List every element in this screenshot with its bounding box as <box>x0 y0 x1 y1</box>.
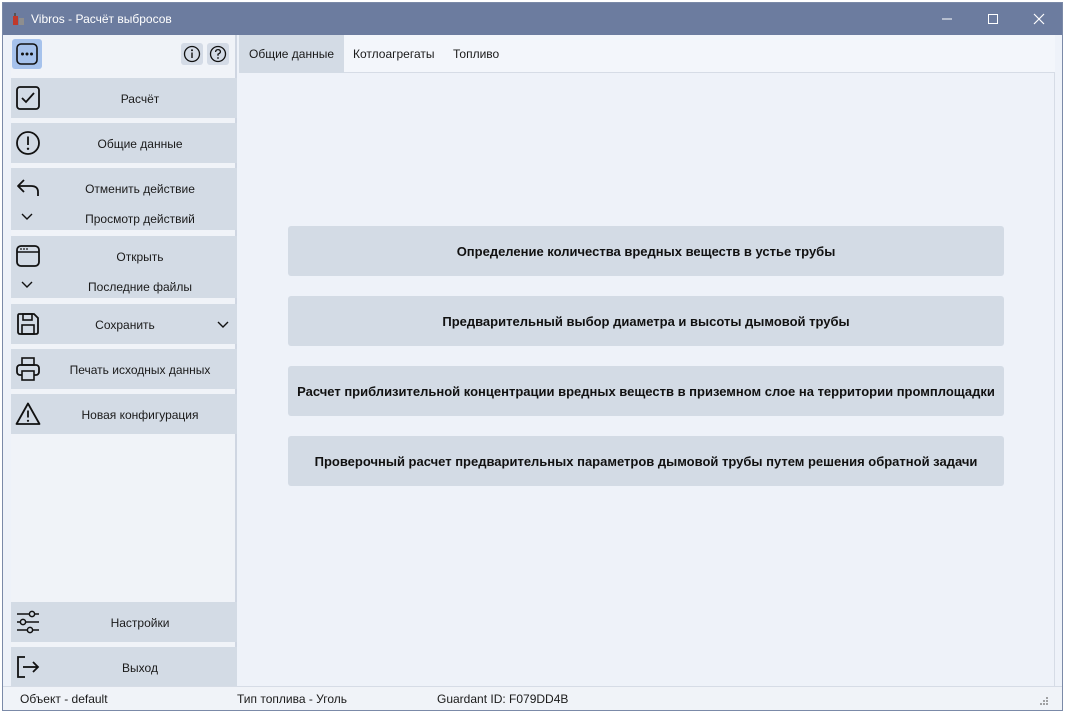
close-button[interactable] <box>1016 3 1062 35</box>
help-button[interactable] <box>207 43 229 65</box>
status-object: Объект - default <box>20 692 108 706</box>
sidebar-item-general-label: Общие данные <box>97 137 183 151</box>
sidebar-item-save-label: Сохранить <box>95 318 155 332</box>
chevron-down-icon[interactable] <box>20 277 34 291</box>
maximize-icon <box>988 14 998 24</box>
sidebar-item-undo-history[interactable]: Просмотр действий <box>43 212 237 226</box>
sidebar-header <box>11 35 237 73</box>
app-window: Vibros - Расчёт выбросов Расчёт Общие да… <box>2 2 1063 711</box>
exclamation-circle-icon <box>16 131 40 155</box>
sidebar-item-calc-label: Расчёт <box>120 92 160 106</box>
sidebar-item-print-label: Печать исходных данных <box>69 363 211 377</box>
sidebar-item-general[interactable]: Общие данные <box>11 123 237 163</box>
info-icon <box>183 45 201 63</box>
action-ground-concentration-button[interactable]: Расчет приблизительной концентрации вред… <box>288 366 1004 416</box>
checkbox-icon <box>16 86 40 110</box>
action-emissions-at-mouth-button[interactable]: Определение количества вредных веществ в… <box>288 226 1004 276</box>
exit-icon <box>17 656 40 678</box>
resize-grip-icon[interactable] <box>1037 694 1049 706</box>
more-icon <box>16 43 38 65</box>
sidebar-item-save[interactable]: Сохранить <box>11 304 237 344</box>
tab-fuel[interactable]: Топливо <box>443 35 509 73</box>
sliders-icon <box>17 610 39 634</box>
status-guardant-id: Guardant ID: F079DD4B <box>437 692 569 706</box>
sidebar-item-open[interactable]: Открыть Последние файлы <box>11 236 237 298</box>
sidebar-item-recent-files[interactable]: Последние файлы <box>43 280 237 294</box>
window-title: Vibros - Расчёт выбросов <box>31 12 172 26</box>
maximize-button[interactable] <box>970 3 1016 35</box>
action-inverse-check-button[interactable]: Проверочный расчет предварительных парам… <box>288 436 1004 486</box>
undo-icon <box>17 179 39 196</box>
chevron-down-icon[interactable] <box>216 317 230 331</box>
tab-boilers[interactable]: Котлоагрегаты <box>343 35 445 73</box>
sidebar-item-new-config-label: Новая конфигурация <box>81 408 199 422</box>
printer-icon <box>16 357 40 381</box>
sidebar-item-undo-label: Отменить действие <box>85 182 195 196</box>
sidebar-item-settings-label: Настройки <box>110 616 170 630</box>
sidebar-item-calc[interactable]: Расчёт <box>11 78 237 118</box>
menu-button[interactable] <box>12 39 42 69</box>
sidebar-item-undo[interactable]: Отменить действие Просмотр действий <box>11 168 237 230</box>
question-icon <box>209 45 227 63</box>
tab-general[interactable]: Общие данные <box>239 35 345 73</box>
sidebar-item-exit[interactable]: Выход <box>11 647 237 687</box>
action-chimney-dimensions-button[interactable]: Предварительный выбор диаметра и высоты … <box>288 296 1004 346</box>
sidebar: Расчёт Общие данные Отменить действие Пр… <box>11 35 237 687</box>
window-icon <box>16 245 40 267</box>
status-bar: Объект - default Тип топлива - Уголь Gua… <box>3 686 1062 710</box>
sidebar-item-new-config[interactable]: Новая конфигурация <box>11 394 237 434</box>
status-fuel-type: Тип топлива - Уголь <box>237 692 348 706</box>
close-icon <box>1033 13 1045 25</box>
sidebar-item-settings[interactable]: Настройки <box>11 602 237 642</box>
minimize-icon <box>942 18 952 20</box>
sidebar-item-print[interactable]: Печать исходных данных <box>11 349 237 389</box>
title-bar: Vibros - Расчёт выбросов <box>3 3 1062 35</box>
sidebar-item-open-label: Открыть <box>116 250 164 264</box>
chevron-down-icon[interactable] <box>20 209 34 223</box>
tab-bar: Общие данные Котлоагрегаты Топливо <box>239 35 1055 73</box>
sidebar-item-exit-label: Выход <box>122 661 158 675</box>
minimize-button[interactable] <box>924 3 970 35</box>
info-button[interactable] <box>181 43 203 65</box>
floppy-icon <box>17 313 39 335</box>
warning-icon <box>15 402 41 425</box>
main-content: Определение количества вредных веществ в… <box>239 73 1055 686</box>
app-icon <box>13 13 24 25</box>
